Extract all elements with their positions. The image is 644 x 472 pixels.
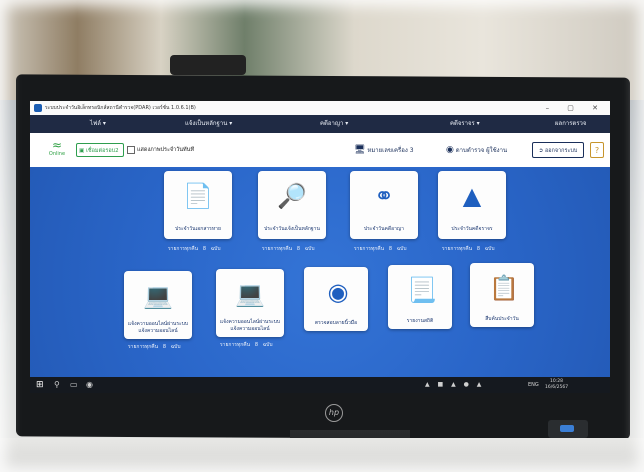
pdar-app-icon[interactable]: ◉ <box>86 377 93 393</box>
menu-inspection[interactable]: ผลการตรวจ <box>555 115 586 133</box>
traffic-cone-icon: ▲ <box>462 182 482 210</box>
taskbar: ⊞ ⚲ ▭ ◉ ▲ ■ ▲ ● ▲ ENG 10:28 16/6/2567 <box>30 377 610 393</box>
tile-label: สืบค้นประจำวัน <box>485 316 519 322</box>
tile-lost-documents[interactable]: 📄 ประจำวันเอกสารหาย <box>164 171 232 239</box>
tile-label: รายงานสถิติ <box>406 318 434 324</box>
screen: ระบบประจำวันอิเล็กทรอนิกส์สถานีตำรวจ(PDA… <box>30 101 610 393</box>
tile-evidence-report[interactable]: 🔎 ประจำวันแจ้งเป็นหลักฐาน <box>258 171 326 239</box>
monitor-icon: ▣ <box>79 148 86 154</box>
user-label: ดาบตำรวจ ผู้ใช้งาน <box>455 147 508 154</box>
title-bar: ระบบประจำวันอิเล็กทรอนิกส์สถานีตำรวจ(PDA… <box>30 101 610 115</box>
online-report-icon: 💻 <box>143 282 173 310</box>
menu-file[interactable]: ไฟล์ ▾ <box>90 115 106 133</box>
device-label: หมายเลขเครื่อง 3 <box>367 147 414 154</box>
language-indicator[interactable]: ENG <box>528 377 539 393</box>
fingerprint-scanner <box>548 420 588 438</box>
user-icon: ◉ <box>446 145 454 155</box>
wifi-icon: ≈ <box>51 138 63 152</box>
clock[interactable]: 10:28 16/6/2567 <box>545 379 568 391</box>
window-controls[interactable]: – ▢ ✕ <box>546 101 606 115</box>
search-icon[interactable]: ⚲ <box>54 377 60 393</box>
dashboard: 📄 ประจำวันเอกสารหาย 🔎 ประจำวันแจ้งเป็นหล… <box>30 167 610 393</box>
online-status: ≈ Online <box>44 139 70 157</box>
menu-criminal-case[interactable]: คดีอาญา ▾ <box>320 115 348 133</box>
tile-online-report-2[interactable]: 💻 แจ้งความออนไลน์ผ่านระบบแจ้งความออนไลน์ <box>216 269 284 337</box>
tile-fingerprint[interactable]: ◉ ตรวจสอบลายนิ้วมือ <box>304 267 368 331</box>
tile-label: แจ้งความออนไลน์ผ่านระบบแจ้งความออนไลน์ <box>219 319 281 332</box>
tile-label: ประจำวันคดีจราจร <box>451 226 493 232</box>
tile-count-evidence-report: รายการทุกคืน 8 ฉบับ <box>262 246 315 252</box>
help-button[interactable]: ? <box>590 142 604 158</box>
tile-count-criminal-case: รายการทุกคืน 8 ฉบับ <box>354 246 407 252</box>
tile-label: ประจำวันแจ้งเป็นหลักฐาน <box>264 226 320 232</box>
tile-label: ประจำวันเอกสารหาย <box>175 226 221 232</box>
scanner-light <box>560 425 574 432</box>
menu-traffic-case[interactable]: คดีจราจร ▾ <box>450 115 480 133</box>
tile-count-lost-documents: รายการทุกคืน 8 ฉบับ <box>168 246 221 252</box>
online-label: Online <box>48 151 66 157</box>
checkbox-icon <box>127 145 135 154</box>
fingerprint-icon: ◉ <box>327 278 349 306</box>
search-document-icon: 📋 <box>489 274 519 302</box>
hp-logo: hp <box>325 404 343 422</box>
clock-date: 16/6/2567 <box>545 385 569 390</box>
tile-search-diary[interactable]: 📋 สืบค้นประจำวัน <box>470 263 534 327</box>
computer-icon: 🖥 <box>354 145 366 155</box>
report-icon: 📃 <box>407 276 437 304</box>
connect-button[interactable]: ▣ เชื่อมต่อรอบ2 <box>76 143 124 157</box>
tile-traffic-case[interactable]: ▲ ประจำวันคดีจราจร <box>438 171 506 239</box>
tile-label: ตรวจสอบลายนิ้วมือ <box>314 320 358 326</box>
tile-label: ประจำวันคดีอาญา <box>364 226 404 232</box>
device-number: 🖥 หมายเลขเครื่อง 3 <box>354 143 414 158</box>
tile-count-online-report-1: รายการทุกคืน 8 ฉบับ <box>128 344 181 350</box>
webcam <box>170 55 246 75</box>
menu-bar: ไฟล์ ▾ แจ้งเป็นหลักฐาน ▾ คดีอาญา ▾ คดีจร… <box>30 115 610 133</box>
logout-label: ออกจากระบบ <box>544 148 578 154</box>
toolbar: ≈ Online ▣ เชื่อมต่อรอบ2 แสดงภาพประจำวัน… <box>30 133 610 168</box>
system-tray[interactable]: ▲ ■ ▲ ● ▲ <box>425 377 484 393</box>
windows-start-icon[interactable]: ⊞ <box>36 377 44 393</box>
tile-count-traffic-case: รายการทุกคืน 8 ฉบับ <box>442 246 495 252</box>
document-search-icon: 🔎 <box>277 182 307 210</box>
logout-button[interactable]: ➲ ออกจากระบบ <box>532 142 584 158</box>
menu-report-evidence[interactable]: แจ้งเป็นหลักฐาน ▾ <box>185 115 232 133</box>
desk <box>0 438 644 472</box>
tile-count-online-report-2: รายการทุกคืน 8 ฉบับ <box>220 342 273 348</box>
show-diary-checkbox[interactable]: แสดงภาพประจำวันทันที <box>127 145 194 155</box>
task-view-icon[interactable]: ▭ <box>70 377 78 393</box>
window-title: ระบบประจำวันอิเล็กทรอนิกส์สถานีตำรวจ(PDA… <box>45 105 196 111</box>
document-icon: 📄 <box>183 182 213 210</box>
checkbox-label: แสดงภาพประจำวันทันที <box>137 147 195 153</box>
tile-label: แจ้งความออนไลน์ผ่านระบบแจ้งความออนไลน์ <box>127 321 189 334</box>
tile-statistics-report[interactable]: 📃 รายงานสถิติ <box>388 265 452 329</box>
online-report-icon: 💻 <box>235 280 265 308</box>
app-icon <box>34 104 42 112</box>
handcuffs-icon: ⚭ <box>373 182 395 210</box>
tile-online-report-1[interactable]: 💻 แจ้งความออนไลน์ผ่านระบบแจ้งความออนไลน์ <box>124 271 192 339</box>
tile-criminal-case[interactable]: ⚭ ประจำวันคดีอาญา <box>350 171 418 239</box>
current-user: ◉ ดาบตำรวจ ผู้ใช้งาน <box>446 143 507 158</box>
connect-label: เชื่อมต่อรอบ2 <box>85 148 119 154</box>
